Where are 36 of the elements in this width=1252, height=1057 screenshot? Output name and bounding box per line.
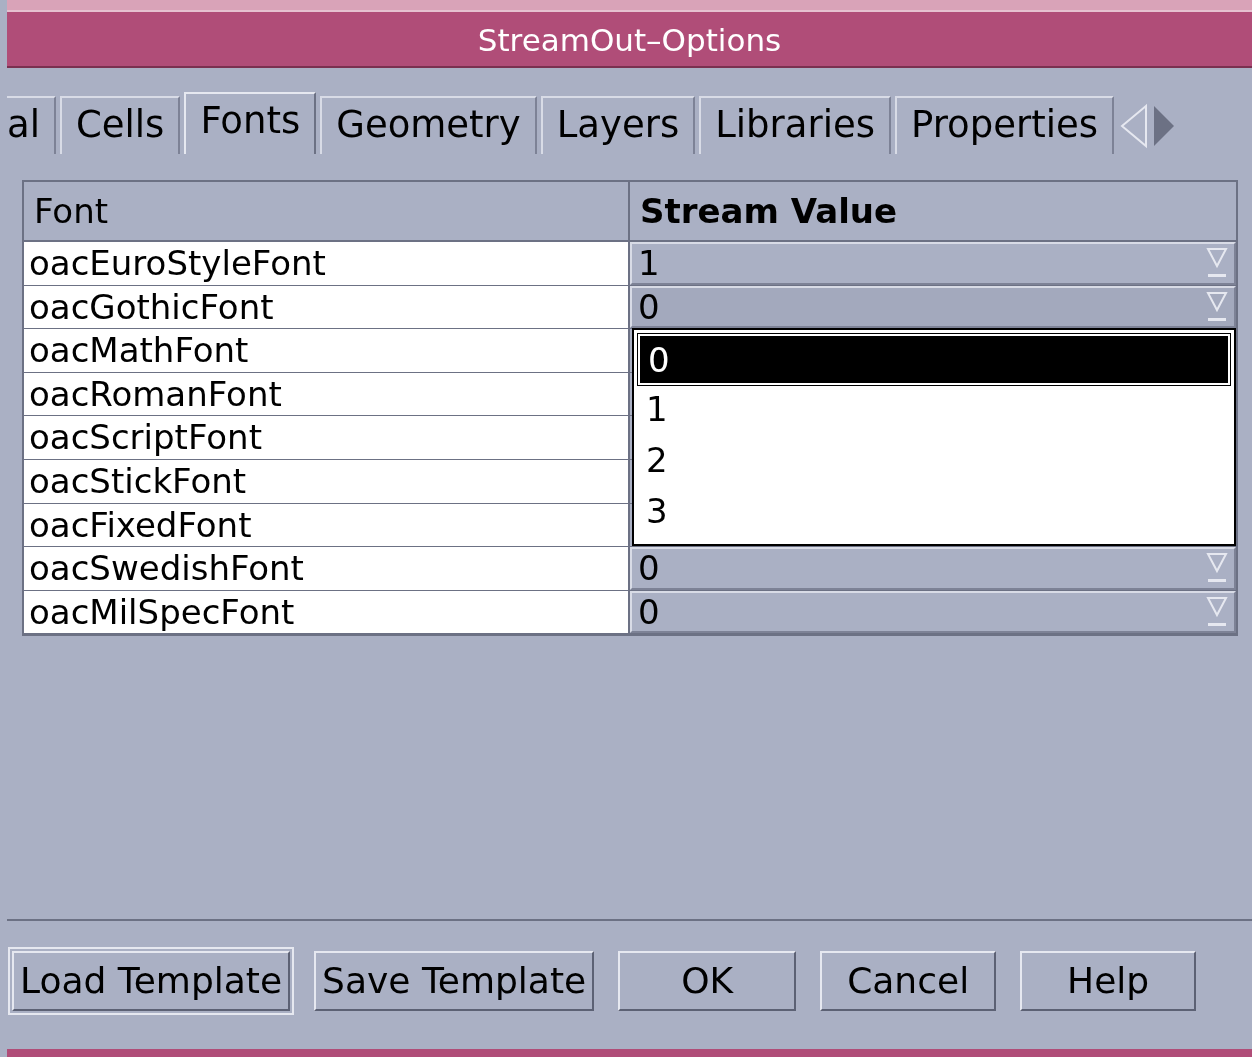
dropdown-value: 0 xyxy=(638,595,660,630)
tab[interactable]: Properties xyxy=(895,96,1114,154)
dropdown-value: 0 xyxy=(638,289,660,324)
button[interactable]: Help xyxy=(1020,951,1197,1011)
column-header: Stream Value xyxy=(639,190,898,233)
tab[interactable]: Geometry xyxy=(320,96,537,154)
dropdown-option[interactable]: 1 xyxy=(638,385,1230,436)
dropdown[interactable]: 0 xyxy=(630,590,1236,634)
table-cell: oacRomanFont xyxy=(24,372,630,416)
window-title: StreamOut–Options xyxy=(7,10,1252,68)
dropdown[interactable]: 0 xyxy=(630,547,1236,590)
table-cell: oacEuroStyleFont xyxy=(24,242,630,285)
button[interactable]: OK xyxy=(618,951,797,1011)
table-cell: oacMathFont xyxy=(24,329,630,372)
tab[interactable]: Libraries xyxy=(699,96,891,154)
table-cell: oacSwedishFont xyxy=(24,547,630,590)
tab[interactable]: Cells xyxy=(59,96,181,154)
table-cell: oacGothicFont xyxy=(24,285,630,329)
dropdown-option[interactable]: 2 xyxy=(638,436,1230,487)
table-cell: oacStickFont xyxy=(24,459,630,503)
column-header: Font xyxy=(24,182,630,240)
dropdown-arrow-icon xyxy=(1206,289,1228,324)
tab[interactable]: al xyxy=(7,96,56,154)
dropdown-value: 0 xyxy=(638,551,660,586)
dropdown[interactable]: 1 xyxy=(630,242,1236,285)
dropdown-value: 1 xyxy=(638,246,660,281)
dropdown[interactable]: 0 xyxy=(630,285,1236,329)
tab[interactable]: Fonts xyxy=(184,92,317,154)
dropdown-option[interactable]: 3 xyxy=(638,487,1230,538)
table-cell: oacMilSpecFont xyxy=(24,590,630,634)
button[interactable]: Cancel xyxy=(820,951,997,1011)
table-cell: oacScriptFont xyxy=(24,416,630,459)
tab[interactable]: Layers xyxy=(540,96,696,154)
button[interactable]: Save Template xyxy=(314,951,595,1011)
table-cell: oacFixedFont xyxy=(24,503,630,547)
dropdown-option[interactable]: 0 xyxy=(638,334,1230,385)
